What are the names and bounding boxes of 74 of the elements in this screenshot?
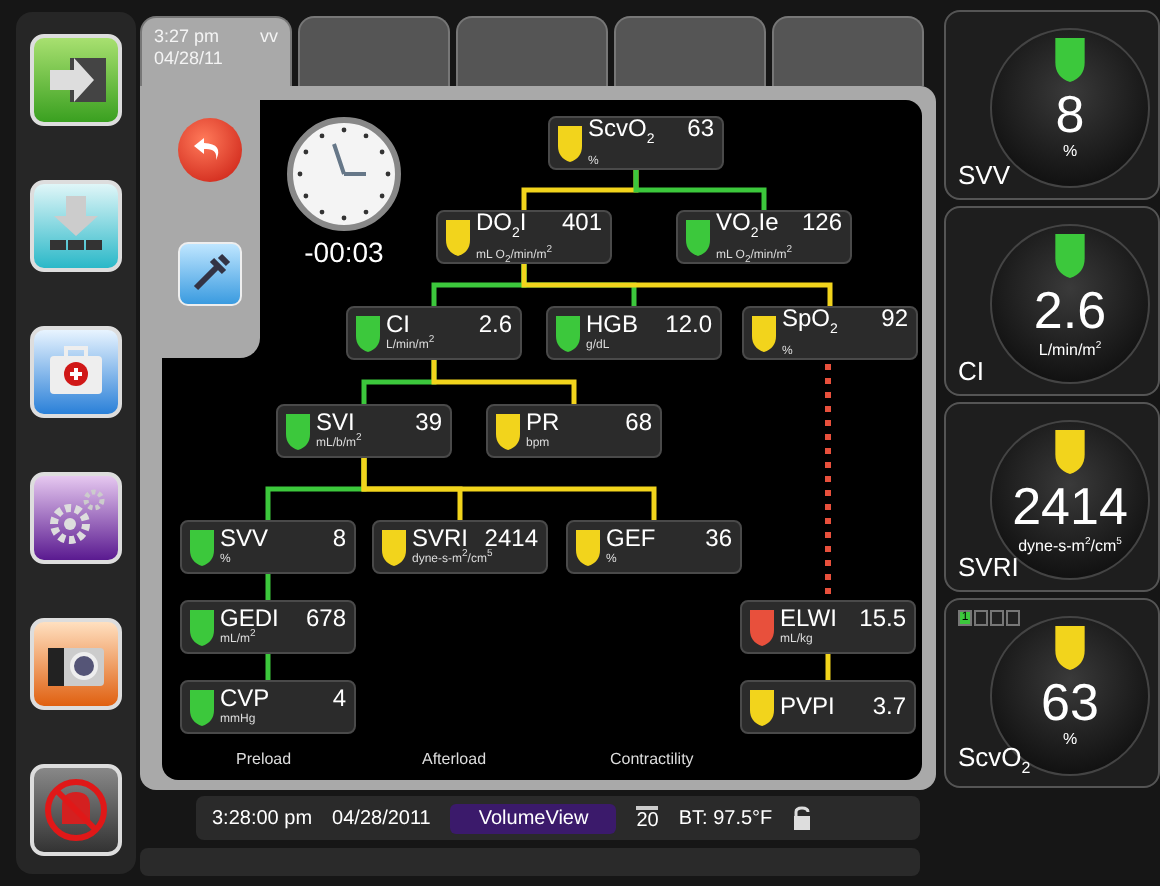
camera-icon <box>48 648 104 686</box>
snapshot-button[interactable] <box>30 618 122 710</box>
parameter-name: ELWI <box>780 606 837 632</box>
parameter-name: SVRI <box>412 526 469 552</box>
parameter-name: PR <box>526 410 560 436</box>
parameter-value: 15.5 <box>859 606 906 632</box>
parameter-tile[interactable]: 2414 dyne-s-m$^{2}$/cm$^{5}$ SVRI <box>944 402 1160 592</box>
parameter-name: CVP <box>220 686 270 712</box>
unlocked-padlock-icon[interactable] <box>792 806 813 830</box>
tile-label: CI <box>958 356 984 386</box>
tab-view-label: vv <box>260 26 278 50</box>
parameter-card[interactable]: PVPI 3.7 <box>740 680 916 734</box>
parameter-name: HGB <box>586 312 639 338</box>
parameter-value: 63 <box>687 116 714 143</box>
parameter-name: GEDI <box>220 606 279 632</box>
parameter-name: VO$_{2}$Ie <box>716 210 779 246</box>
parameter-name: ScvO$_{2}$ <box>588 116 655 152</box>
mode-label: VolumeView <box>450 803 617 833</box>
parameter-value: 401 <box>561 210 602 237</box>
alarm-silence-button[interactable] <box>30 764 122 856</box>
parameter-value: 2.6 <box>478 312 512 338</box>
tile-label: SVRI <box>958 552 1019 582</box>
parameter-value: 126 <box>801 210 842 237</box>
status-time: 3:28:00 pm <box>212 807 313 829</box>
category-label: Preload <box>236 750 292 768</box>
status-date: 04/28/2011 <box>332 807 431 829</box>
parameter-tile[interactable]: 2.6 L/min/m$^{2}$ CI <box>944 206 1160 396</box>
arrow-window-icon <box>50 58 106 102</box>
settings-icon <box>50 489 105 544</box>
parameter-value: 68 <box>625 410 652 436</box>
return-button[interactable] <box>178 118 242 182</box>
parameter-tile[interactable]: 8 % SVV <box>944 10 1160 200</box>
medical-case-icon <box>50 346 102 394</box>
parameter-value: 8 <box>332 526 346 552</box>
tile-value: 2.6 <box>1033 282 1107 338</box>
tile-label: SVV <box>958 160 1011 190</box>
tab-date: 04/28/11 <box>154 48 223 70</box>
parameter-name: SVV <box>220 526 269 552</box>
status-count: 20 <box>636 805 659 831</box>
muted-bell-icon <box>45 779 107 841</box>
parameter-value: 4 <box>332 686 346 712</box>
parameter-name: GEF <box>606 526 656 552</box>
tile-unit: % <box>1062 730 1078 748</box>
settings-button[interactable] <box>30 472 122 564</box>
parameter-name: DO$_{2}$I <box>476 210 527 246</box>
tile-value: 63 <box>1041 674 1099 730</box>
tile-unit: % <box>1062 142 1078 160</box>
category-label: Afterload <box>422 750 487 768</box>
parameter-value: 12.0 <box>665 312 712 338</box>
parameter-value: 36 <box>705 526 732 552</box>
parameter-value: 39 <box>415 410 442 436</box>
parameter-value: 92 <box>881 306 908 333</box>
category-label: Contractility <box>610 750 694 768</box>
parameter-name: SVI <box>316 410 355 436</box>
clinical-tools-button[interactable] <box>30 326 122 418</box>
parameter-name: PVPI <box>780 694 835 720</box>
parameter-value: 678 <box>305 606 346 632</box>
syringe-button[interactable] <box>178 242 242 306</box>
tile-value: 8 <box>1055 86 1085 142</box>
parameter-value: 3.7 <box>872 694 906 720</box>
parameter-value: 2414 <box>484 526 538 552</box>
tile-label: ScvO$_{2}$ <box>958 742 1031 778</box>
tile-unit: dyne-s-m$^{2}$/cm$^{5}$ <box>1018 534 1122 556</box>
tile-value: 2414 <box>1012 478 1128 534</box>
parameter-name: CI <box>386 312 410 338</box>
tab-time: 3:27 pm <box>154 26 222 48</box>
view-select-button[interactable] <box>30 180 122 272</box>
temperature-reading: BT: 97.5°F <box>678 807 773 829</box>
layout-grid-icon <box>50 196 102 250</box>
clock-icon <box>286 116 402 232</box>
elapsed-time: -00:03 <box>302 236 386 268</box>
tile-unit: L/min/m$^{2}$ <box>1038 338 1102 360</box>
parameter-name: SpO$_{2}$ <box>782 306 838 342</box>
screen-switch-button[interactable] <box>30 34 122 126</box>
